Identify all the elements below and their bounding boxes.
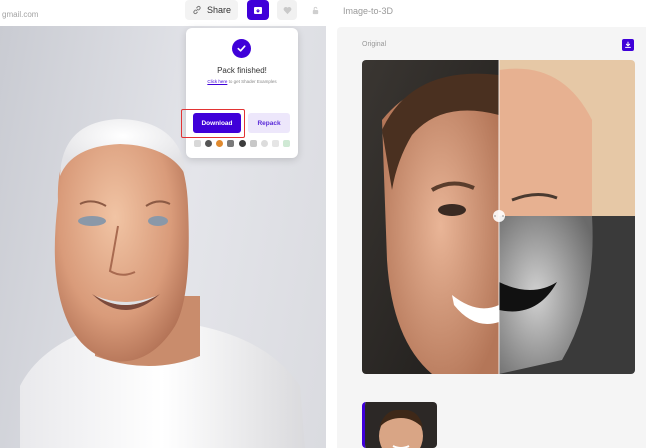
visibility-button[interactable] — [305, 0, 325, 20]
comparison-slider[interactable] — [362, 60, 635, 374]
share-label: Share — [206, 5, 232, 15]
pack-popup: Pack finished! Click here to get Shader … — [186, 28, 298, 158]
lock-icon — [312, 6, 318, 14]
package-icon — [254, 7, 262, 14]
ar-icon[interactable] — [283, 139, 290, 147]
check-circle-icon — [232, 39, 251, 58]
houdini-icon[interactable] — [260, 139, 268, 147]
maya-icon[interactable] — [227, 139, 235, 147]
like-button[interactable] — [277, 0, 297, 20]
repack-button[interactable]: Repack — [248, 113, 290, 133]
godot-icon[interactable] — [271, 139, 279, 147]
download-highlight-box — [181, 109, 245, 138]
app-root: gmail.com Share Image-to-3D Pack finishe… — [0, 0, 646, 448]
engine-icon-row — [194, 138, 290, 148]
pack-subtext: Click here to get Shader Examples — [186, 79, 298, 84]
download-icon[interactable] — [622, 39, 634, 51]
pack-subtext-rest: to get Shader Examples — [227, 79, 277, 84]
blender-icon[interactable] — [194, 139, 201, 147]
shader-examples-link[interactable]: Click here — [207, 79, 227, 84]
panel-title: Image-to-3D — [343, 6, 394, 16]
3dsmax-icon[interactable] — [238, 139, 246, 147]
unity-icon[interactable] — [205, 139, 213, 147]
unreal-icon[interactable] — [216, 139, 224, 147]
top-bar: gmail.com Share Image-to-3D — [0, 0, 646, 26]
c4d-icon[interactable] — [249, 139, 257, 147]
source-image-thumbnail[interactable] — [362, 402, 437, 448]
share-button[interactable]: Share — [185, 0, 238, 20]
user-email: gmail.com — [2, 10, 39, 19]
pack-message: Pack finished! — [217, 66, 267, 75]
heart-icon — [283, 6, 291, 14]
original-label: Original — [362, 41, 387, 48]
pack-button[interactable] — [247, 0, 269, 20]
link-icon — [193, 5, 201, 15]
